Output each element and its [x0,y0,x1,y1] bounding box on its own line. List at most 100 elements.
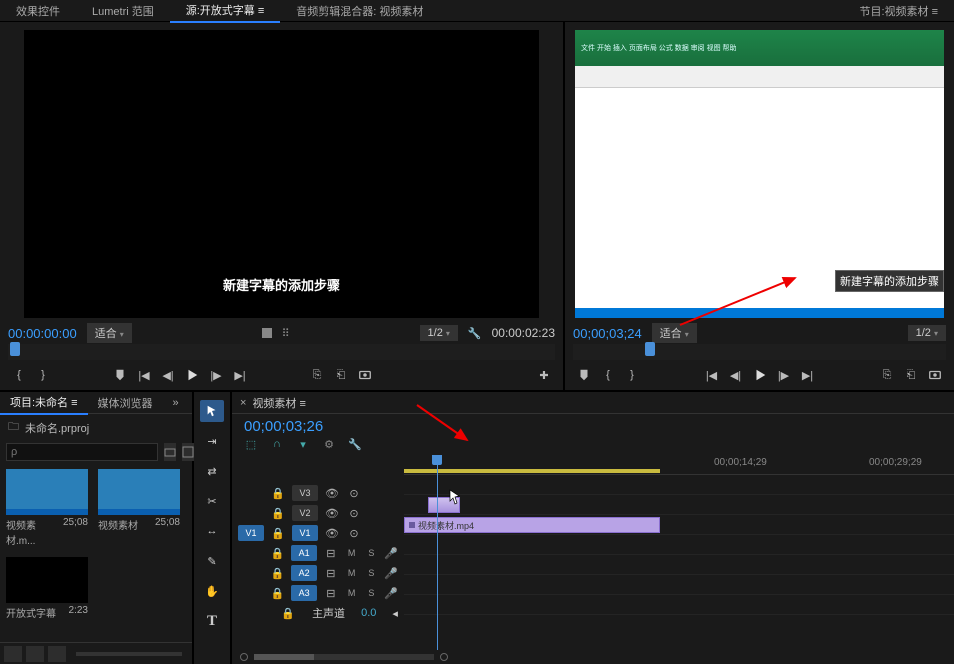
track-target[interactable]: A2 [291,565,317,581]
timeline-timecode[interactable]: 00;00;03;26 [244,418,323,435]
sequence-tab[interactable]: 视频素材 ≡ [252,395,305,411]
track-target[interactable]: A1 [291,545,317,561]
project-clip-thumb[interactable]: 视频素材.m...25;08 [6,469,88,547]
timeline-zoom-scrollbar[interactable] [254,654,434,660]
mute-icon[interactable]: ⊟ [323,565,339,581]
extract-button[interactable]: ⎗ [900,365,922,385]
mute-icon[interactable]: ⊟ [323,585,339,601]
project-clip-thumb[interactable]: 视频素材25;08 [98,469,180,547]
mark-in-button[interactable]: { [8,365,30,385]
source-resolution-dropdown[interactable]: 1/2 ▾ [420,325,458,341]
timeline-tracks-area[interactable]: 00;00;14;2900;00;29;2900;00;44;28 视频素材.m… [404,455,954,650]
lock-icon[interactable]: 🔒 [270,565,286,581]
add-marker-button[interactable] [573,365,595,385]
voice-over-icon[interactable]: 🎤 [384,567,398,580]
sync-lock-icon[interactable]: ⊙ [346,485,362,501]
go-to-in-button[interactable]: |◀ [701,365,723,385]
toggle-output-icon[interactable]: 👁 [324,485,340,501]
tab-project[interactable]: 项目:未命名 ≡ [0,391,88,415]
panel-menu-icon[interactable]: » [163,394,189,412]
marker-icon[interactable]: ▾ [296,437,310,451]
grip-icon[interactable]: ⠿ [282,327,290,340]
button-editor-icon[interactable]: ✚ [533,365,555,385]
project-search-input[interactable] [6,443,158,461]
voice-over-icon[interactable]: 🎤 [384,587,398,600]
tab-program[interactable]: 节目:视频素材 ≡ [843,0,954,22]
program-fit-dropdown[interactable]: 适合 ▾ [652,323,697,343]
program-resolution-dropdown[interactable]: 1/2 ▾ [908,325,946,341]
project-bin-row[interactable]: 🗀 未命名.prproj [0,414,192,441]
wrench-icon[interactable]: 🔧 [348,437,362,451]
linked-selection-icon[interactable]: ∩ [270,437,284,451]
overwrite-button[interactable]: ⎗ [330,365,352,385]
solo-button[interactable]: S [365,568,379,578]
new-bin-button[interactable] [164,443,176,461]
lock-icon[interactable]: 🔒 [270,545,286,561]
lock-icon[interactable]: 🔒 [270,525,286,541]
pen-tool[interactable]: ✎ [200,550,224,572]
hand-tool[interactable]: ✋ [200,580,224,602]
mute-button[interactable]: M [345,568,359,578]
toggle-output-icon[interactable]: 👁 [324,505,340,521]
play-button[interactable] [749,365,771,385]
insert-button[interactable]: ⎘ [306,365,328,385]
lock-icon[interactable]: 🔒 [280,605,296,621]
sync-lock-icon[interactable]: ⊙ [346,525,362,541]
tab-media-browser[interactable]: 媒体浏览器 [88,392,163,414]
lock-icon[interactable]: 🔒 [270,505,286,521]
step-back-button[interactable]: ◀| [157,365,179,385]
track-a1[interactable] [404,535,954,555]
step-forward-button[interactable]: |▶ [773,365,795,385]
lock-icon[interactable]: 🔒 [270,585,286,601]
program-monitor[interactable]: 文件 开始 插入 页面布局 公式 数据 审阅 视图 帮助 新建字幕的添加步骤 [575,30,944,318]
program-timecode[interactable]: 00;00;03;24 [573,326,642,341]
add-marker-button[interactable] [109,365,131,385]
track-target[interactable]: A3 [291,585,317,601]
timeline-close-icon[interactable]: × [240,397,246,409]
freeform-view-button[interactable] [48,646,66,662]
solo-button[interactable]: S [365,588,379,598]
selection-tool[interactable] [200,400,224,422]
mark-out-button[interactable]: } [32,365,54,385]
lift-button[interactable]: ⎘ [876,365,898,385]
track-header-master[interactable]: 🔒主声道0.0◂ [232,603,404,623]
source-patch[interactable]: V1 [238,525,264,541]
export-frame-button[interactable] [924,365,946,385]
voice-over-icon[interactable]: 🎤 [384,547,398,560]
sync-lock-icon[interactable]: ⊙ [346,505,362,521]
play-button[interactable] [181,365,203,385]
export-frame-button[interactable] [354,365,376,385]
tab-lumetri-scopes[interactable]: Lumetri 范围 [76,0,170,22]
expand-icon[interactable]: ◂ [392,607,398,620]
source-monitor[interactable]: 新建字幕的添加步骤 [24,30,539,318]
zoom-slider[interactable] [76,652,182,656]
track-header-a3[interactable]: 🔒 A3 ⊟ M S 🎤 [232,583,404,603]
solo-button[interactable]: S [365,548,379,558]
settings-icon[interactable]: 🔧 [468,327,482,340]
track-select-tool[interactable]: ⇥ [200,430,224,452]
mute-icon[interactable]: ⊟ [323,545,339,561]
settings-icon[interactable]: ⚙ [322,437,336,451]
source-time-ruler[interactable] [8,344,555,360]
timeline-playhead[interactable] [437,455,438,650]
source-fit-dropdown[interactable]: 适合 ▾ [87,323,132,343]
track-header-v1[interactable]: V1 🔒 V1 👁 ⊙ [232,523,404,543]
step-forward-button[interactable]: |▶ [205,365,227,385]
track-header-v2[interactable]: 🔒 V2 👁 ⊙ [232,503,404,523]
tab-source-caption[interactable]: 源:开放式字幕 ≡ [170,0,281,23]
program-time-ruler[interactable] [573,344,946,360]
track-target[interactable]: V1 [292,525,318,541]
slip-tool[interactable]: ↔ [200,520,224,542]
project-clip-thumb[interactable]: 开放式字幕2:23 [6,557,88,620]
icon-view-button[interactable] [26,646,44,662]
work-area-bar[interactable] [404,469,660,473]
mark-in-button[interactable]: { [597,365,619,385]
track-a3[interactable] [404,575,954,595]
timeline-ruler[interactable]: 00;00;14;2900;00;29;2900;00;44;28 [404,455,954,475]
master-level[interactable]: 0.0 [361,607,376,619]
track-v3[interactable] [404,475,954,495]
mute-button[interactable]: M [345,588,359,598]
track-target[interactable]: V2 [292,505,318,521]
track-header-a1[interactable]: 🔒 A1 ⊟ M S 🎤 [232,543,404,563]
ripple-edit-tool[interactable]: ⇄ [200,460,224,482]
